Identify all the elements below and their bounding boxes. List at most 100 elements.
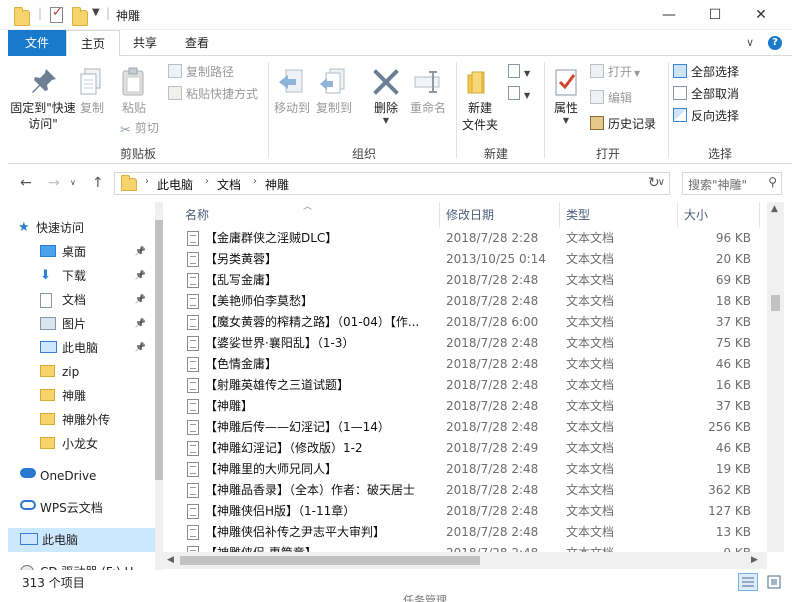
minimize-button[interactable]: — — [646, 0, 692, 30]
nav-item-3[interactable]: 图片 📌 — [8, 312, 148, 336]
invert-selection-button[interactable]: 反向选择 — [673, 106, 739, 126]
nav-item-0[interactable]: 桌面 📌 — [8, 240, 148, 264]
file-row[interactable]: 【魔女黄蓉的榨精之路】（01-04）【作... 2018/7/28 6:00 文本文… — [163, 312, 763, 333]
nav-item-7[interactable]: 神雕外传 — [8, 408, 148, 432]
pin-to-quick-access-button[interactable]: 固定到"快速访问" — [10, 66, 78, 132]
paste-shortcut-button[interactable]: 粘贴快捷方式 — [168, 84, 258, 104]
details-view-button[interactable] — [738, 573, 758, 591]
delete-button[interactable]: 删除 ▼ — [366, 66, 406, 125]
column-header-name[interactable]: 名称 — [185, 202, 209, 228]
pinned-icon[interactable]: 📌 — [135, 264, 146, 288]
breadcrumb-separator-icon[interactable]: › — [205, 176, 209, 187]
new-folder-quick-icon[interactable] — [72, 7, 88, 26]
column-header-type[interactable]: 类型 — [566, 202, 590, 228]
properties-button[interactable]: 属性 ▼ — [546, 66, 586, 125]
properties-quick-icon[interactable] — [50, 5, 63, 23]
file-row[interactable]: 【另类黄蓉】 2013/10/25 0:14 文本文档 20 KB — [163, 249, 763, 270]
nav-wps-cloud[interactable]: WPS云文档 — [8, 496, 148, 520]
nav-item-5[interactable]: zip — [8, 360, 148, 384]
column-separator[interactable] — [759, 202, 760, 228]
refresh-icon[interactable]: ↻ — [648, 175, 660, 191]
folder-icon[interactable] — [14, 7, 30, 26]
nav-item-4[interactable]: 此电脑 📌 — [8, 336, 148, 360]
address-bar[interactable]: › 此电脑 › 文档 › 神雕 ∨ — [114, 172, 670, 195]
file-row[interactable]: 【神雕里的大师兄同人】 2018/7/28 2:48 文本文档 19 KB — [163, 459, 763, 480]
file-row[interactable]: 【婆娑世界·襄阳乱】（1-3） 2018/7/28 2:48 文本文档 75 KB — [163, 333, 763, 354]
pinned-icon[interactable]: 📌 — [135, 312, 146, 336]
scroll-right-arrow-icon[interactable]: ▶ — [751, 555, 758, 565]
column-separator[interactable] — [439, 202, 440, 228]
tab-file[interactable]: 文件 — [8, 30, 66, 56]
breadcrumb-documents[interactable]: 文档 — [217, 176, 241, 193]
file-list-horizontal-scrollbar[interactable]: ◀ ▶ — [163, 552, 767, 569]
file-row[interactable]: 【神雕幻淫记】（修改版）1-2 2018/7/28 2:49 文本文档 46 KB — [163, 438, 763, 459]
scroll-up-arrow-icon[interactable]: ▲ — [771, 204, 778, 214]
nav-onedrive[interactable]: OneDrive — [8, 464, 148, 488]
tab-view[interactable]: 查看 — [172, 30, 222, 56]
large-icons-view-button[interactable] — [764, 573, 784, 591]
forward-arrow-icon[interactable]: → — [48, 175, 60, 191]
horizontal-scroll-thumb[interactable] — [180, 556, 480, 565]
search-icon[interactable]: ⚲ — [768, 175, 777, 189]
file-row[interactable]: 【色情金庸】 2018/7/28 2:48 文本文档 46 KB — [163, 354, 763, 375]
file-row[interactable]: 【乱写金庸】 2018/7/28 2:48 文本文档 69 KB — [163, 270, 763, 291]
nav-this-pc[interactable]: 此电脑 — [8, 528, 155, 552]
pinned-icon[interactable]: 📌 — [135, 336, 146, 360]
history-button[interactable]: 历史记录 — [590, 114, 656, 134]
nav-quick-access[interactable]: ★ 快速访问 — [8, 216, 148, 240]
cut-button[interactable]: ✂ 剪切 — [120, 118, 159, 138]
nav-pane-scrollbar[interactable] — [155, 202, 163, 570]
column-separator[interactable] — [677, 202, 678, 228]
easy-access-button[interactable]: ▼ — [508, 84, 530, 104]
new-item-button[interactable]: ▼ — [508, 62, 530, 82]
paste-button[interactable]: 粘贴 — [114, 66, 154, 117]
tab-share[interactable]: 共享 — [120, 30, 170, 56]
edit-button[interactable]: 编辑 — [590, 88, 632, 108]
pinned-icon[interactable]: 📌 — [135, 288, 146, 312]
maximize-button[interactable]: ☐ — [692, 0, 738, 30]
pinned-icon[interactable]: 📌 — [135, 240, 146, 264]
open-button[interactable]: 打开 ▼ — [590, 62, 640, 82]
column-separator[interactable] — [559, 202, 560, 228]
nav-item-2[interactable]: 文档 📌 — [8, 288, 148, 312]
breadcrumb-this-pc[interactable]: 此电脑 — [157, 176, 193, 193]
file-row[interactable]: 【神雕后传——幻淫记】（1—14） 2018/7/28 2:48 文本文档 256 K… — [163, 417, 763, 438]
nav-item-1[interactable]: ⬇ 下载 📌 — [8, 264, 148, 288]
breadcrumb-separator-icon[interactable]: › — [145, 176, 149, 187]
copy-to-button[interactable]: 复制到 — [314, 66, 354, 117]
back-arrow-icon[interactable]: ← — [20, 175, 32, 191]
file-row[interactable]: 【神雕侠侣补传之尹志平大审判】 2018/7/28 2:48 文本文档 13 KB — [163, 522, 763, 543]
file-row[interactable]: 【美艳师伯李莫愁】 2018/7/28 2:48 文本文档 18 KB — [163, 291, 763, 312]
select-none-button[interactable]: 全部取消 — [673, 84, 739, 104]
new-folder-button[interactable]: 新建 文件夹 — [458, 66, 502, 134]
column-header-date[interactable]: 修改日期 — [446, 202, 494, 228]
scroll-left-arrow-icon[interactable]: ◀ — [167, 555, 174, 565]
file-list-vertical-scrollbar[interactable]: ▲ — [767, 202, 784, 552]
file-row[interactable]: 【射雕英雄传之三道试题】 2018/7/28 2:48 文本文档 16 KB — [163, 375, 763, 396]
rename-button[interactable]: 重命名 — [406, 66, 450, 117]
nav-cd-drive[interactable]: CD 驱动器 (F:) H — [8, 560, 148, 570]
file-row[interactable]: 【金庸群侠之淫贼DLC】 2018/7/28 2:28 文本文档 96 KB — [163, 228, 763, 249]
file-row[interactable]: 【神雕侠侣H版】（1-11章） 2018/7/28 2:48 文本文档 127 KB — [163, 501, 763, 522]
select-all-button[interactable]: 全部选择 — [673, 62, 739, 82]
file-row[interactable]: 【神雕品香录】（全本）作者：破天居士 2018/7/28 2:48 文本文档 362 … — [163, 480, 763, 501]
breadcrumb-current[interactable]: 神雕 — [265, 176, 289, 193]
collapse-ribbon-chevron-icon[interactable]: ∨ — [746, 30, 754, 56]
customize-toolbar-chevron-icon[interactable]: ▼ — [92, 7, 100, 23]
close-button[interactable]: ✕ — [738, 0, 784, 30]
copy-button[interactable]: 复制 — [74, 66, 110, 117]
move-to-button[interactable]: 移动到 — [272, 66, 312, 117]
search-input[interactable]: 搜索"神雕" ⚲ — [682, 172, 782, 195]
help-icon[interactable]: ? — [768, 36, 782, 50]
vertical-scroll-thumb[interactable] — [771, 295, 780, 311]
recent-locations-chevron-icon[interactable]: ∨ — [70, 178, 76, 187]
file-row[interactable]: 【神雕】 2018/7/28 2:48 文本文档 37 KB — [163, 396, 763, 417]
column-header-size[interactable]: 大小 — [684, 202, 708, 228]
up-arrow-icon[interactable]: ↑ — [92, 175, 104, 191]
copy-path-button[interactable]: 复制路径 — [168, 62, 234, 82]
breadcrumb-separator-icon[interactable]: › — [253, 176, 257, 187]
nav-item-6[interactable]: 神雕 — [8, 384, 148, 408]
nav-item-8[interactable]: 小龙女 — [8, 432, 148, 456]
nav-pane-scroll-thumb[interactable] — [155, 220, 163, 480]
tab-home[interactable]: 主页 — [66, 30, 120, 57]
